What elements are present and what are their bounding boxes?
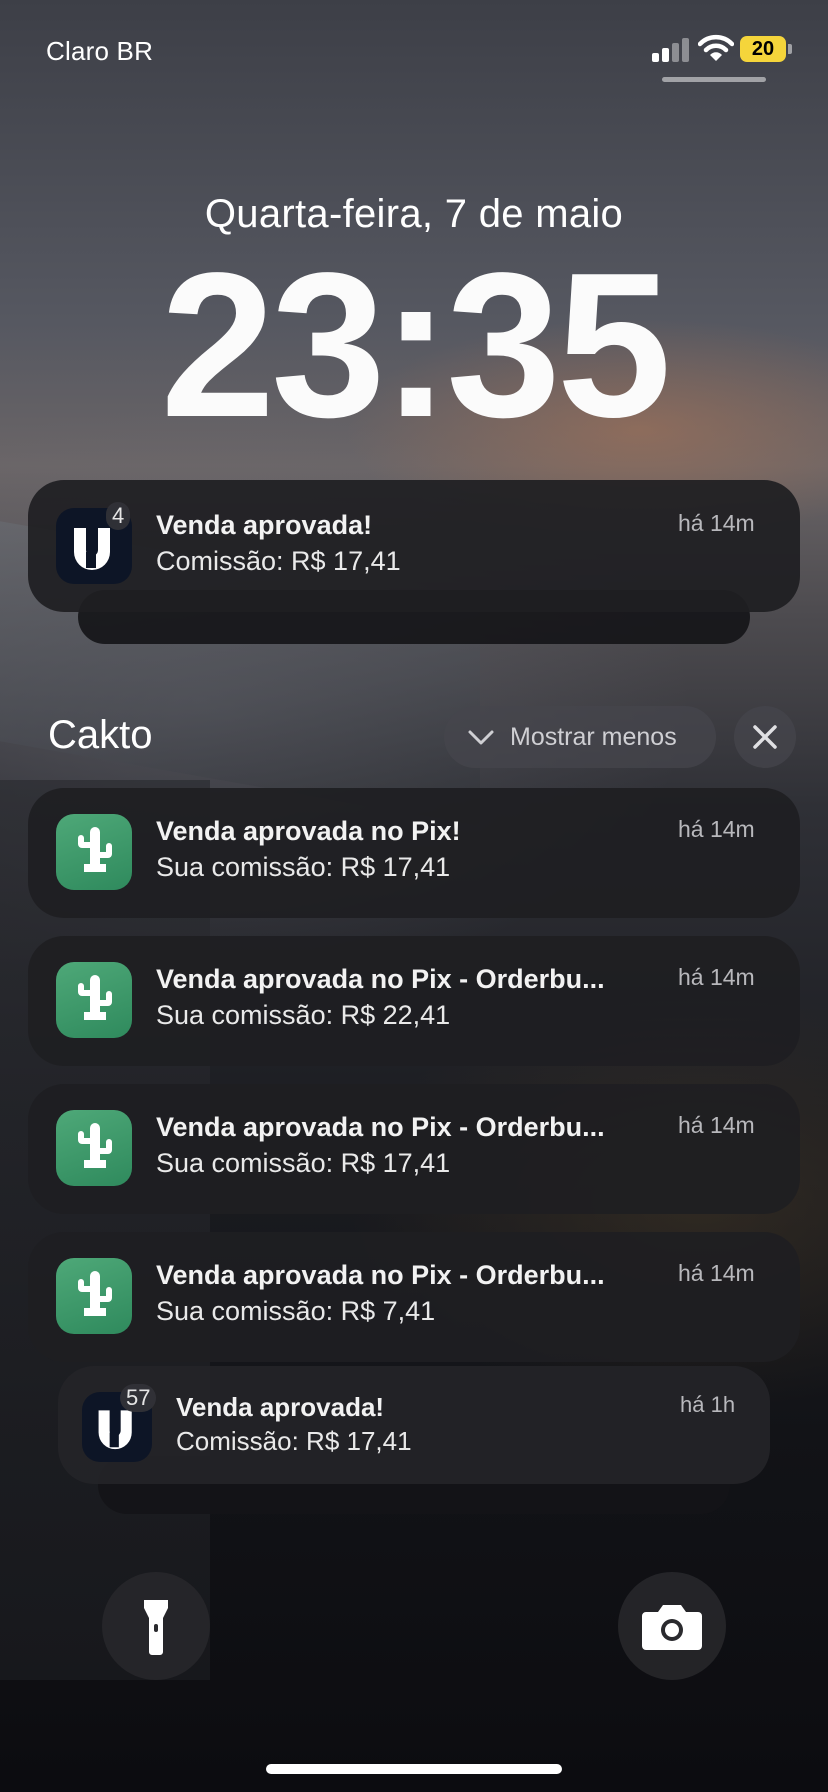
control-center-handle[interactable] [662, 77, 766, 82]
notification-time: há 1h [680, 1392, 736, 1417]
notification-cakto-4[interactable]: Venda aprovada no Pix - Orderbu... Sua c… [28, 1232, 800, 1362]
notification-title: Venda aprovada no Pix - Orderbu... [156, 964, 605, 994]
group-title: Cakto [48, 713, 153, 757]
notification-body: Comissão: R$ 17,41 [156, 546, 401, 576]
close-icon [753, 725, 777, 749]
notification-title: Venda aprovada! [156, 510, 373, 540]
flashlight-button[interactable] [102, 1572, 210, 1680]
cactus-app-icon [56, 1110, 132, 1186]
notification-body: Sua comissão: R$ 7,41 [156, 1296, 436, 1326]
show-less-button[interactable]: Mostrar menos [444, 706, 716, 768]
show-less-label: Mostrar menos [510, 723, 677, 751]
cactus-app-icon [56, 962, 132, 1038]
notification-time: há 14m [678, 510, 755, 536]
flashlight-icon [144, 1600, 168, 1655]
cactus-app-icon [56, 814, 132, 890]
notification-body: Comissão: R$ 17,41 [176, 1426, 412, 1456]
notification-count-badge: 57 [120, 1384, 157, 1412]
notification-time: há 14m [678, 1260, 755, 1286]
notification-title: Venda aprovada no Pix! [156, 816, 461, 846]
clear-group-button[interactable] [734, 706, 796, 768]
lock-time: 23:35 [160, 230, 672, 460]
notification-time: há 14m [678, 964, 755, 990]
wifi-icon [698, 34, 734, 61]
chevron-down-icon [468, 730, 494, 745]
notification-stack-bottom[interactable]: 57 Venda aprovada! Comissão: R$ 17,41 há… [58, 1366, 770, 1484]
cellular-signal-icon [652, 38, 690, 62]
notification-stack-top[interactable]: 4 Venda aprovada! Comissão: R$ 17,41 há … [28, 480, 800, 612]
notification-body: Sua comissão: R$ 22,41 [156, 1000, 451, 1030]
notification-cakto-2[interactable]: Venda aprovada no Pix - Orderbu... Sua c… [28, 936, 800, 1066]
notification-count-badge: 4 [106, 502, 131, 530]
cactus-app-icon [56, 1258, 132, 1334]
carrier-label: Claro BR [46, 36, 154, 66]
notification-time: há 14m [678, 816, 755, 842]
home-indicator[interactable] [266, 1764, 562, 1774]
notification-body: Sua comissão: R$ 17,41 [156, 852, 451, 882]
notification-title: Venda aprovada! [176, 1392, 385, 1422]
camera-icon [642, 1605, 702, 1650]
battery-level: 20 [740, 36, 786, 62]
notification-cakto-1[interactable]: Venda aprovada no Pix! Sua comissão: R$ … [28, 788, 800, 918]
notification-title: Venda aprovada no Pix - Orderbu... [156, 1260, 605, 1290]
notification-body: Sua comissão: R$ 17,41 [156, 1148, 451, 1178]
notification-title: Venda aprovada no Pix - Orderbu... [156, 1112, 605, 1142]
notification-time: há 14m [678, 1112, 755, 1138]
battery-icon: 20 [740, 36, 792, 62]
status-bar: Claro BR 20 [0, 0, 828, 100]
notification-cakto-3[interactable]: Venda aprovada no Pix - Orderbu... Sua c… [28, 1084, 800, 1214]
camera-button[interactable] [618, 1572, 726, 1680]
